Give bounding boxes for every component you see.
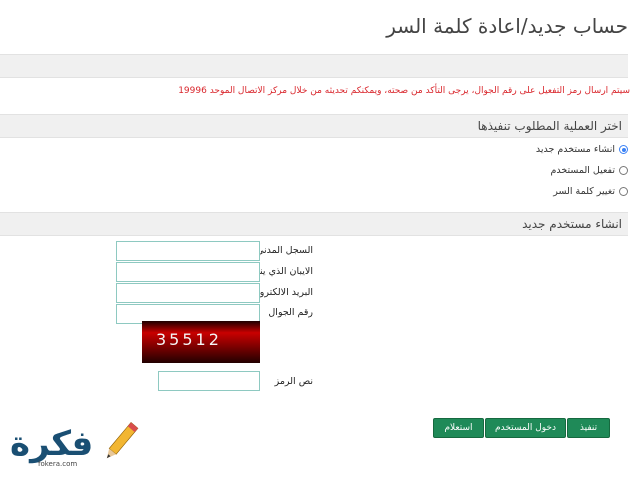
civil-id-label-text: السجل المدني: [256, 245, 313, 256]
captcha-input[interactable]: [158, 371, 260, 391]
radio-button-activate-user[interactable]: [619, 166, 628, 175]
user-login-button[interactable]: دخول المستخدم: [485, 418, 566, 438]
blank-section-bar: [0, 54, 628, 78]
query-button[interactable]: استعلام: [433, 418, 484, 438]
new-user-section-header: انشاء مستخدم جديد: [0, 212, 628, 236]
svg-text:فكرة: فكرة: [10, 424, 93, 464]
captcha-label: نص الرمز: [274, 376, 313, 387]
radio-button-change-password[interactable]: [619, 187, 628, 196]
radio-label-activate-user: تفعيل المستخدم: [550, 165, 615, 176]
watermark-url: fokera.com: [38, 460, 78, 468]
radio-button-create-user[interactable]: [619, 145, 628, 154]
radio-label-create-user: انشاء مستخدم جديد: [535, 144, 615, 155]
mobile-label: رقم الجوال: [268, 307, 313, 318]
operation-section-header: اختر العملية المطلوب تنفيذها: [0, 114, 628, 138]
operation-section-title: اختر العملية المطلوب تنفيذها: [477, 119, 622, 133]
civil-id-input[interactable]: [116, 241, 260, 261]
captcha-text: 35512: [156, 330, 222, 349]
activation-notice: سيتم ارسال رمز التفعيل على رقم الجوال، ي…: [178, 86, 630, 96]
radio-option-activate-user[interactable]: تفعيل المستخدم: [551, 165, 628, 176]
mobile-label-text: رقم الجوال: [268, 307, 313, 318]
radio-label-change-password: تغيير كلمة السر: [553, 186, 615, 197]
radio-option-change-password[interactable]: تغيير كلمة السر: [553, 186, 628, 197]
execute-button[interactable]: تنفيذ: [567, 418, 610, 438]
radio-option-create-user[interactable]: انشاء مستخدم جديد: [536, 144, 628, 155]
new-user-section-title: انشاء مستخدم جديد: [522, 217, 622, 231]
page-title: حساب جديد/اعادة كلمة السر: [386, 14, 628, 38]
iban-input[interactable]: [116, 262, 260, 282]
email-input[interactable]: [116, 283, 260, 303]
